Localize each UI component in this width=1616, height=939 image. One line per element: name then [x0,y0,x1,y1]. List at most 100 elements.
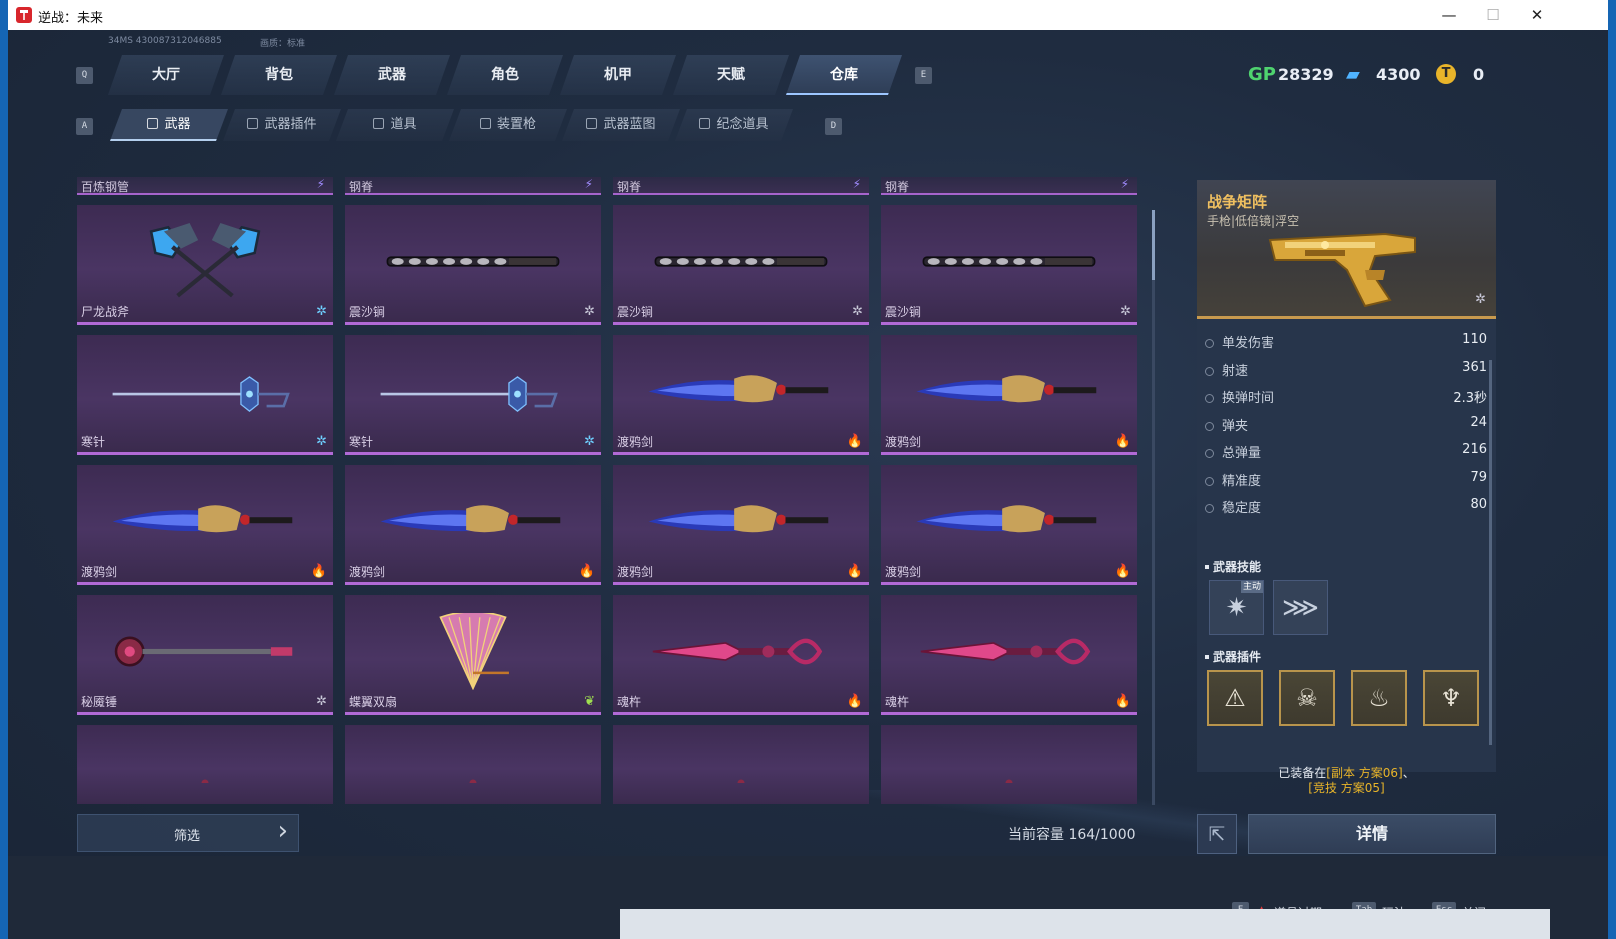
app-icon [16,7,32,23]
weapon-card[interactable]: 蝶翼双扇 ❦ [345,595,601,715]
card-name: 百炼钢管 [81,180,130,194]
weapon-image [901,743,1117,787]
tab-sub-1[interactable]: 武器插件 [223,109,341,141]
title-bar: 逆战：未来 — ☐ ✕ [8,0,1608,30]
weapon-image [97,483,313,560]
currency-value: 0 [1473,65,1485,84]
weapon-card[interactable]: 尸龙战斧 ✲ [77,205,333,325]
tab-sub-3[interactable]: 装置枪 [449,109,567,141]
grid-scroll-thumb[interactable] [1152,210,1155,280]
ticket-icon: ▰ [1346,64,1360,85]
weapon-card[interactable]: 寒针 ✲ [345,335,601,455]
stat-row: 换弹时间 2.3秒 [1205,387,1487,409]
weapon-card[interactable]: 寒针 ✲ [77,335,333,455]
stat-row: 射速 361 [1205,360,1487,382]
card-name: 渡鸦剑 [885,565,922,579]
element-badge-icon: ✲ [584,434,595,449]
close-button[interactable]: ✕ [1514,0,1560,30]
tab-main-3[interactable]: 角色 [447,55,563,95]
tab-main-2[interactable]: 武器 [334,55,450,95]
tab-main-6[interactable]: 仓库 [786,55,902,95]
plugins-title: 武器插件 [1205,648,1261,665]
currency-value: 28329 [1278,65,1334,84]
partial-card-top[interactable]: 百炼钢管 ⚡ [77,177,333,195]
ping-id-readout: 34MS 430087312046885 [108,36,222,46]
weapon-image [97,223,313,300]
tab-sub-0[interactable]: 武器 [110,109,228,141]
sub-tab-icon [586,118,597,129]
share-button[interactable]: ⇱ [1197,814,1237,854]
partial-weapon-card[interactable] [881,725,1137,804]
partial-weapon-card[interactable] [613,725,869,804]
filter-button[interactable]: 筛选 › [77,814,299,852]
weapon-card[interactable]: 震沙锏 ✲ [613,205,869,325]
burst-skill-icon[interactable]: ✷ 主动 [1209,580,1264,635]
weapon-card[interactable]: 秘魇锤 ✲ [77,595,333,715]
weapon-type-icon: ✲ [1475,292,1486,307]
stat-value: 79 [1470,469,1487,485]
active-skill-tag: 主动 [1240,581,1263,593]
sub-tab-label: 纪念道具 [716,117,769,132]
tab-main-0[interactable]: 大厅 [108,55,224,95]
card-name: 震沙锏 [617,305,654,319]
sub-tab-icon [699,118,710,129]
stat-icon [1205,339,1214,348]
weapon-card[interactable]: 渡鸦剑 🔥 [345,465,601,585]
weapon-image [97,743,313,787]
tab-main-4[interactable]: 机甲 [560,55,676,95]
equipped-loadout-1: [副本 方案06] [1326,766,1403,780]
element-badge-icon: 🔥 [1114,694,1131,709]
weapon-image [365,483,581,560]
maximize-button[interactable]: ☐ [1470,0,1516,30]
weapon-card[interactable]: 魂杵 🔥 [881,595,1137,715]
sub-tab-icon [247,118,258,129]
element-badge-icon: ❦ [584,694,595,709]
tab-sub-2[interactable]: 道具 [336,109,454,141]
wave-skill-icon[interactable]: ⋙ [1273,580,1328,635]
tab-main-1[interactable]: 背包 [221,55,337,95]
weapon-card[interactable]: 渡鸦剑 🔥 [77,465,333,585]
warning-plugin-icon[interactable]: ⚠ [1207,670,1263,726]
stat-value: 110 [1462,332,1487,347]
tab-main-5[interactable]: 天赋 [673,55,789,95]
lightning-icon: ⚡ [852,177,861,191]
element-badge-icon: 🔥 [1114,564,1131,579]
partial-card-top[interactable]: 钢脊 ⚡ [345,177,601,195]
key-d-hint: D [825,118,842,135]
flame-plugin-icon[interactable]: ♨ [1351,670,1407,726]
equipped-loadout-2: [竞技 方案05] [1308,781,1385,795]
stat-row: 总弹量 216 [1205,442,1487,464]
partial-card-top[interactable]: 钢脊 ⚡ [613,177,869,195]
stat-row: 单发伤害 110 [1205,332,1487,354]
weapon-card[interactable]: 渡鸦剑 🔥 [881,465,1137,585]
element-badge-icon: ✲ [584,304,595,319]
partial-weapon-card[interactable] [345,725,601,804]
stat-label: 弹夹 [1222,418,1249,434]
panel-scrollbar[interactable] [1489,360,1492,745]
partial-weapon-card[interactable] [77,725,333,804]
weapon-card[interactable]: 震沙锏 ✲ [881,205,1137,325]
weapon-image [633,613,849,690]
grid-scrollbar[interactable] [1152,210,1155,805]
weapon-image [901,223,1117,300]
minimize-button[interactable]: — [1426,0,1472,30]
stat-row: 精准度 79 [1205,470,1487,492]
stat-label: 换弹时间 [1222,391,1275,406]
weapon-image [365,223,581,300]
weapon-card[interactable]: 渡鸦剑 🔥 [613,335,869,455]
tab-sub-5[interactable]: 纪念道具 [675,109,793,141]
stat-icon [1205,421,1214,431]
weapon-image [633,353,849,430]
partial-card-top[interactable]: 钢脊 ⚡ [881,177,1137,195]
weapon-card[interactable]: 震沙锏 ✲ [345,205,601,325]
weapon-card[interactable]: 渡鸦剑 🔥 [881,335,1137,455]
weapon-card[interactable]: 渡鸦剑 🔥 [613,465,869,585]
skills-title: 武器技能 [1205,558,1261,575]
weapon-image [901,613,1117,690]
details-button[interactable]: 详情 [1248,814,1496,854]
stat-value: 216 [1462,442,1487,457]
tab-sub-4[interactable]: 武器蓝图 [562,109,680,141]
weapon-card[interactable]: 魂杵 🔥 [613,595,869,715]
skull-plugin-icon[interactable]: ☠ [1279,670,1335,726]
spirit-plugin-icon[interactable]: ♆ [1423,670,1479,726]
